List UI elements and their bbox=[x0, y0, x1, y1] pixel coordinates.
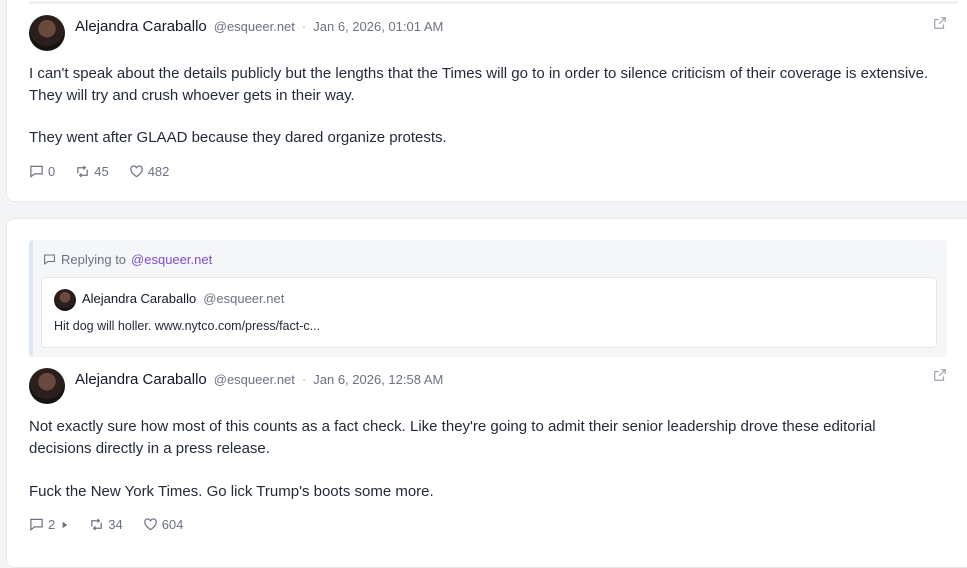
post-actions: 0 45 482 bbox=[29, 164, 169, 179]
like-button[interactable]: 604 bbox=[143, 517, 184, 532]
replying-to-handle[interactable]: @esqueer.net bbox=[131, 252, 212, 267]
reply-button[interactable]: 0 bbox=[29, 164, 55, 179]
repost-icon bbox=[91, 518, 103, 531]
repost-count: 34 bbox=[108, 517, 123, 532]
post-card: Alejandra Caraballo @esqueer.net · Jan 6… bbox=[6, 0, 967, 202]
quoted-author-name: Alejandra Caraballo bbox=[82, 291, 197, 306]
reply-context: Replying to @esqueer.net Alejandra Carab… bbox=[29, 240, 947, 357]
post-paragraph: I can't speak about the details publicly… bbox=[29, 65, 929, 104]
like-button[interactable]: 482 bbox=[129, 164, 170, 179]
reply-button[interactable]: 2 bbox=[29, 517, 69, 532]
comment-icon bbox=[30, 518, 43, 531]
comment-icon bbox=[30, 165, 43, 178]
post-actions: 2 34 604 bbox=[29, 517, 183, 532]
post-header: Alejandra Caraballo @esqueer.net · Jan 6… bbox=[75, 371, 443, 388]
separator: · bbox=[301, 19, 307, 34]
quoted-post[interactable]: Alejandra Caraballo @esqueer.net Hit dog… bbox=[41, 277, 937, 348]
external-link-icon[interactable] bbox=[933, 16, 947, 30]
author-handle[interactable]: @esqueer.net bbox=[214, 372, 295, 387]
post-text: Not exactly sure how most of this counts… bbox=[29, 416, 929, 503]
post-text: I can't speak about the details publicly… bbox=[29, 63, 929, 149]
repost-icon bbox=[77, 165, 89, 178]
expand-replies-icon[interactable] bbox=[61, 521, 69, 529]
author-name[interactable]: Alejandra Caraballo bbox=[75, 371, 207, 388]
separator: · bbox=[301, 372, 307, 387]
quoted-text: Hit dog will holler. www.nytco.com/press… bbox=[54, 319, 321, 333]
replying-to: Replying to @esqueer.net bbox=[43, 252, 212, 267]
like-count: 604 bbox=[161, 517, 184, 532]
repost-button[interactable]: 34 bbox=[89, 517, 123, 532]
avatar[interactable] bbox=[29, 15, 65, 51]
comment-icon bbox=[44, 254, 55, 266]
timestamp[interactable]: Jan 6, 2026, 01:01 AM bbox=[313, 19, 443, 34]
quoted-header: Alejandra Caraballo @esqueer.net bbox=[82, 291, 284, 306]
heart-icon bbox=[143, 518, 157, 531]
avatar[interactable] bbox=[29, 368, 65, 404]
repost-count: 45 bbox=[94, 164, 109, 179]
post-paragraph: They went after GLAAD because they dared… bbox=[29, 129, 447, 146]
heart-icon bbox=[129, 165, 143, 178]
avatar bbox=[54, 289, 76, 311]
quoted-author-handle: @esqueer.net bbox=[203, 291, 285, 306]
author-handle[interactable]: @esqueer.net bbox=[214, 19, 295, 34]
post-paragraph: Not exactly sure how most of this counts… bbox=[29, 418, 876, 457]
thread-connector bbox=[29, 1, 958, 4]
external-link-icon[interactable] bbox=[933, 368, 947, 382]
post-header: Alejandra Caraballo @esqueer.net · Jan 6… bbox=[75, 18, 443, 35]
post-card: Replying to @esqueer.net Alejandra Carab… bbox=[6, 218, 967, 568]
author-name[interactable]: Alejandra Caraballo bbox=[75, 18, 207, 35]
reply-count: 2 bbox=[48, 517, 56, 532]
repost-button[interactable]: 45 bbox=[75, 164, 109, 179]
post-paragraph: Fuck the New York Times. Go lick Trump's… bbox=[29, 483, 434, 500]
replying-to-label: Replying to bbox=[61, 252, 127, 267]
reply-count: 0 bbox=[48, 164, 56, 179]
like-count: 482 bbox=[147, 164, 170, 179]
timestamp[interactable]: Jan 6, 2026, 12:58 AM bbox=[313, 372, 443, 387]
